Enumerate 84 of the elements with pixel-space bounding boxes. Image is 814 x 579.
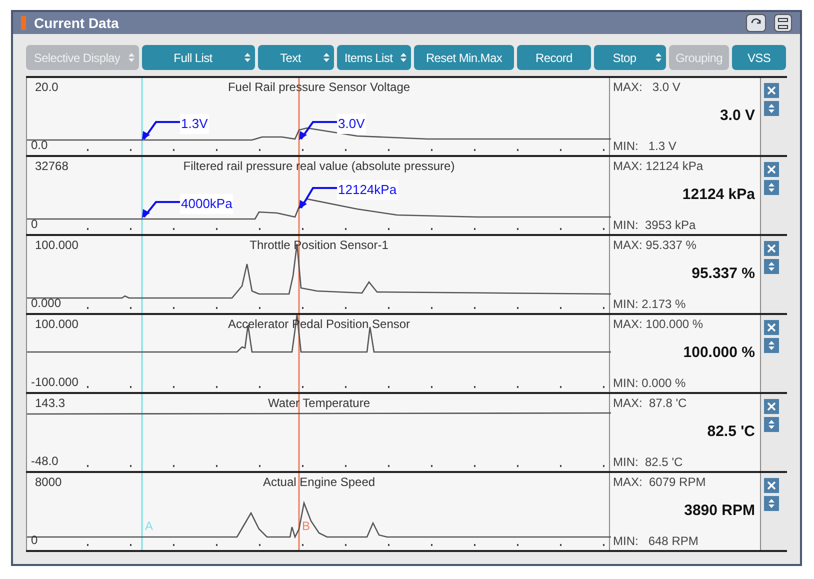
- close-button[interactable]: [764, 478, 778, 493]
- toolbar-button[interactable]: Reset Min.Max: [414, 45, 514, 70]
- cursor-label: B: [302, 518, 310, 535]
- scale-max-label: 143.3: [35, 395, 66, 412]
- current-value: 12124 kPa: [681, 185, 756, 206]
- close-button[interactable]: [764, 399, 778, 414]
- min-reading: MIN: 648 RPM: [613, 533, 700, 550]
- annotation-arrow: [299, 121, 337, 141]
- min-reading: MIN: 82.5 'C: [613, 454, 684, 471]
- max-reading: MAX: 6079 RPM: [613, 474, 707, 491]
- close-button[interactable]: [764, 83, 778, 98]
- max-reading: MAX: 3.0 V: [613, 79, 682, 96]
- close-icon: [766, 165, 776, 174]
- up-down-arrows-icon: [768, 340, 774, 351]
- cursor-line[interactable]: [141, 78, 143, 155]
- move-button[interactable]: [764, 101, 778, 116]
- cursor-line[interactable]: [141, 157, 143, 234]
- cursor-line[interactable]: [298, 157, 300, 234]
- close-button[interactable]: [764, 162, 778, 177]
- min-reading: MIN: 1.3 V: [613, 138, 678, 155]
- scale-max-label: 100.000: [35, 316, 78, 333]
- annotation-label: 12124kPa: [337, 180, 398, 200]
- max-reading: MAX: 87.8 'C: [613, 395, 688, 412]
- move-button[interactable]: [764, 259, 778, 274]
- close-button[interactable]: [764, 320, 778, 335]
- scale-min-label: 0: [31, 216, 38, 233]
- move-button[interactable]: [764, 180, 778, 195]
- scale-min-label: 0: [31, 532, 38, 549]
- scale-min-label: -100.000: [31, 374, 78, 391]
- up-down-arrows-icon: [768, 103, 774, 114]
- toolbar-button[interactable]: VSS: [732, 45, 786, 70]
- annotation-label: 3.0V: [337, 114, 366, 134]
- close-icon: [766, 244, 776, 253]
- cursor-line[interactable]: [298, 236, 300, 313]
- cursor-label: A: [145, 518, 154, 535]
- scale-min-label: 0.0: [31, 137, 48, 154]
- cursor-line[interactable]: [298, 473, 300, 550]
- annotation-arrow: [142, 121, 180, 141]
- graph-title: Actual Engine Speed: [262, 474, 376, 491]
- window-title: Current Data: [34, 14, 119, 32]
- close-icon: [766, 481, 776, 490]
- close-icon: [766, 402, 776, 411]
- layout-button[interactable]: [774, 14, 792, 32]
- max-reading: MAX: 100.000 %: [613, 316, 704, 333]
- scale-min-label: -48.0: [31, 453, 58, 470]
- scale-min-label: 0.000: [31, 295, 62, 312]
- scale-max-label: 100.000: [35, 237, 78, 254]
- toolbar-button[interactable]: Record: [517, 45, 591, 70]
- current-value: 100.000 %: [682, 343, 756, 364]
- max-reading: MAX: 12124 kPa: [613, 158, 704, 175]
- scale-max-label: 20.0: [35, 79, 58, 96]
- cursor-line[interactable]: [298, 78, 300, 155]
- app-icon: [21, 16, 26, 30]
- annotation-label: 4000kPa: [180, 194, 234, 214]
- up-down-arrows-icon: [768, 182, 774, 193]
- min-reading: MIN: 3953 kPa: [613, 217, 697, 234]
- toolbar-button[interactable]: Items List: [337, 45, 411, 70]
- current-value: 3.0 V: [718, 106, 756, 126]
- cursor-line[interactable]: [298, 394, 300, 471]
- close-button[interactable]: [764, 241, 778, 256]
- toolbar-button[interactable]: Text: [258, 45, 334, 70]
- scale-max-label: 32768: [35, 158, 68, 175]
- move-button[interactable]: [764, 496, 778, 511]
- cursor-line[interactable]: [298, 315, 300, 392]
- up-down-arrows-icon: [768, 498, 774, 509]
- min-reading: MIN: 2.173 %: [613, 296, 687, 313]
- close-icon: [766, 323, 776, 332]
- up-down-arrows-icon: [768, 419, 774, 430]
- min-reading: MIN: 0.000 %: [613, 375, 687, 392]
- move-button[interactable]: [764, 417, 778, 432]
- close-icon: [766, 86, 776, 95]
- max-reading: MAX: 95.337 %: [613, 237, 698, 254]
- current-value: 95.337 %: [690, 264, 756, 284]
- toolbar-button[interactable]: Stop: [594, 45, 666, 70]
- annotation-arrow: [142, 201, 180, 219]
- up-down-arrows-icon: [768, 261, 774, 272]
- move-button[interactable]: [764, 338, 778, 353]
- annotation-arrow: [299, 187, 337, 210]
- toolbar-button[interactable]: Full List: [142, 45, 255, 70]
- scale-max-label: 8000: [35, 474, 62, 491]
- current-value: 82.5 'C: [706, 422, 756, 442]
- current-value: 3890 RPM: [683, 501, 756, 522]
- annotation-label: 1.3V: [180, 114, 209, 134]
- retry-button[interactable]: [746, 14, 766, 32]
